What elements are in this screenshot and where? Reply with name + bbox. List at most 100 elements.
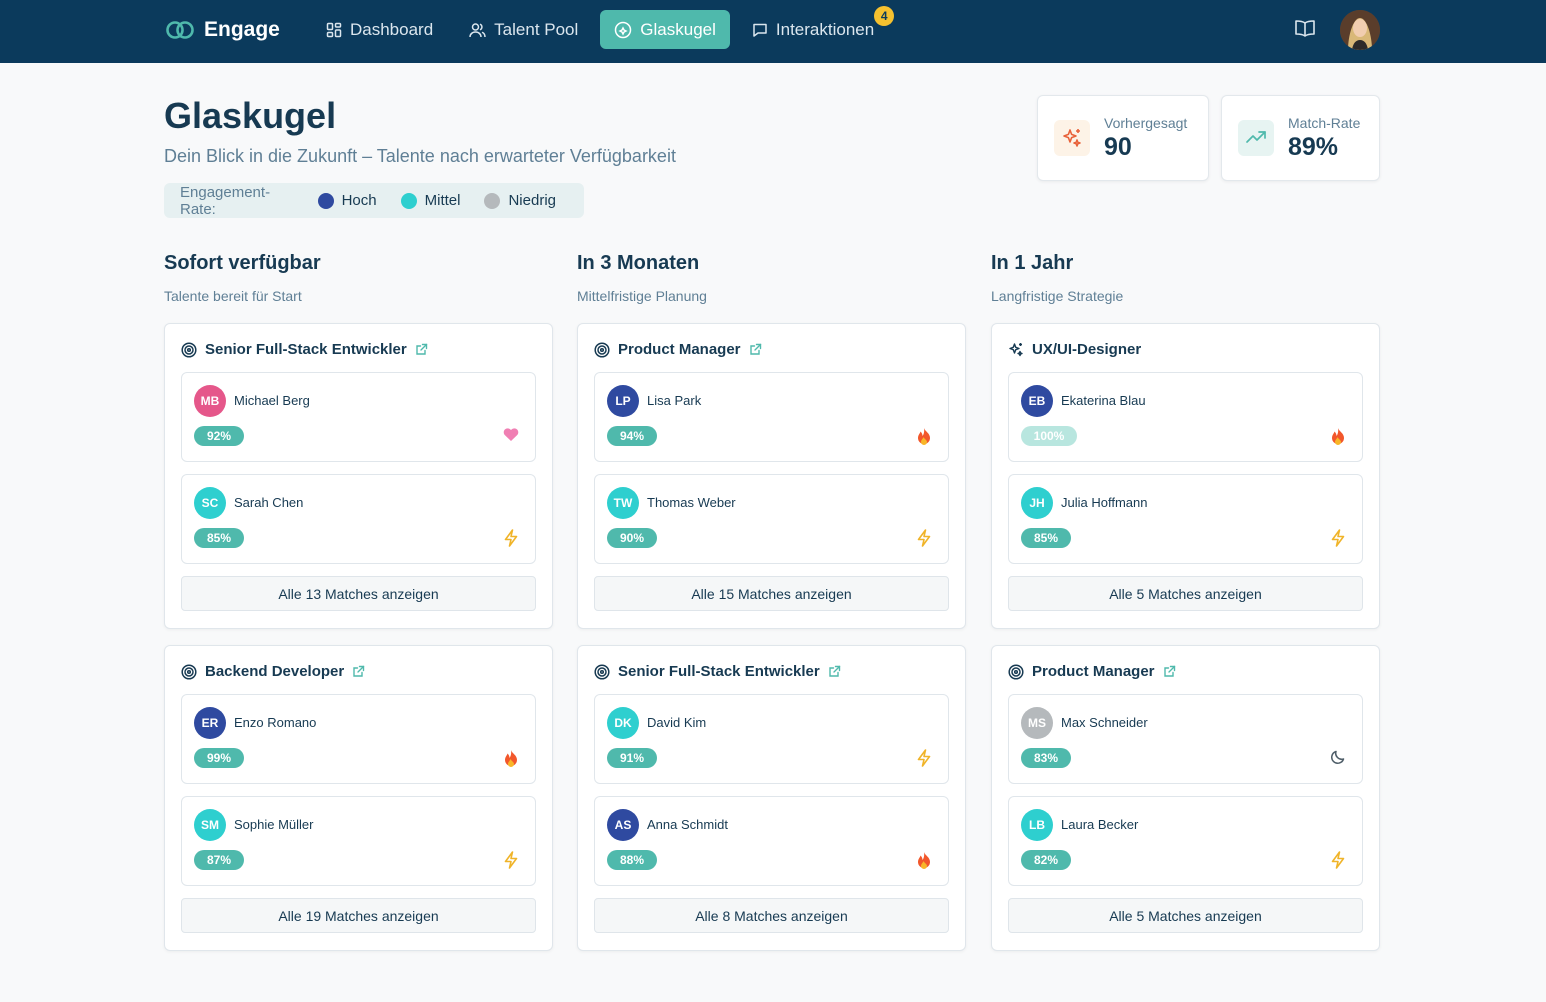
- crystal-ball-icon: [615, 21, 632, 38]
- nav-tab-talent-pool[interactable]: Talent Pool: [455, 10, 592, 49]
- nav-tab-dashboard[interactable]: Dashboard: [312, 10, 447, 49]
- candidate-card[interactable]: LP Lisa Park 94%: [594, 372, 949, 462]
- open-job-link[interactable]: [828, 665, 841, 678]
- external-link-icon[interactable]: [1163, 665, 1176, 678]
- open-job-link[interactable]: [415, 343, 428, 356]
- open-job-link[interactable]: [749, 343, 762, 356]
- match-percentage-badge: 82%: [1021, 850, 1071, 870]
- engagement-indicator: [503, 427, 521, 445]
- lightning-bolt-icon: [917, 529, 931, 547]
- engagement-indicator: [503, 529, 521, 547]
- engagement-indicator: [916, 851, 934, 869]
- external-link-icon[interactable]: [828, 665, 841, 678]
- candidate-card[interactable]: TW Thomas Weber 90%: [594, 474, 949, 564]
- candidate-card[interactable]: MB Michael Berg 92%: [181, 372, 536, 462]
- job-role-title[interactable]: Senior Full-Stack Entwickler: [205, 341, 407, 358]
- nav-tab-glaskugel[interactable]: Glaskugel: [600, 10, 730, 49]
- candidate-card[interactable]: JH Julia Hoffmann 85%: [1008, 474, 1363, 564]
- job-card: Product Manager MS Max Schneider 83% LB Laura…: [991, 645, 1380, 951]
- candidate-avatar: SC: [194, 487, 226, 519]
- candidate-name: Sophie Müller: [234, 817, 314, 832]
- user-avatar[interactable]: [1340, 10, 1380, 50]
- lightning-bolt-icon: [1331, 851, 1345, 869]
- show-all-matches-button[interactable]: Alle 19 Matches anzeigen: [181, 898, 536, 933]
- stat-icon-box: [1238, 120, 1274, 156]
- trending-up-icon: [1246, 131, 1266, 143]
- job-card-header: Product Manager: [1008, 663, 1176, 680]
- job-role-title[interactable]: Backend Developer: [205, 663, 344, 680]
- candidate-card[interactable]: MS Max Schneider 83%: [1008, 694, 1363, 784]
- flame-icon: [918, 428, 930, 445]
- candidate-avatar: AS: [607, 809, 639, 841]
- legend-item-mittel: Mittel: [400, 192, 461, 209]
- column-subtitle: Mittelfristige Planung: [577, 288, 707, 304]
- top-navigation-bar: Engage Dashboard Talent Pool Glaskugel I…: [0, 0, 1546, 63]
- candidate-name: David Kim: [647, 715, 707, 730]
- sparkle-icon: [1009, 342, 1023, 356]
- match-percentage-badge: 91%: [607, 748, 657, 768]
- external-link-icon[interactable]: [749, 343, 762, 356]
- help-book-button[interactable]: [1294, 19, 1318, 43]
- column-title: Sofort verfügbar: [164, 252, 321, 274]
- heart-icon: [503, 428, 519, 441]
- show-all-matches-button[interactable]: Alle 8 Matches anzeigen: [594, 898, 949, 933]
- candidate-name: Ekaterina Blau: [1061, 393, 1146, 408]
- target-icon: [1008, 663, 1024, 680]
- brand-logo[interactable]: Engage: [166, 18, 280, 42]
- legend-dot-mid: [400, 192, 417, 209]
- engagement-indicator: [1330, 529, 1348, 547]
- nav-tab-label: Interaktionen: [775, 19, 875, 39]
- job-card-header: Senior Full-Stack Entwickler: [594, 663, 841, 680]
- users-icon: [469, 22, 486, 37]
- match-percentage-badge: 99%: [194, 748, 244, 768]
- candidate-card[interactable]: SM Sophie Müller 87%: [181, 796, 536, 886]
- candidate-avatar: TW: [607, 487, 639, 519]
- open-job-link[interactable]: [352, 665, 365, 678]
- job-card: UX/UI-Designer EB Ekaterina Blau 100% JH Juli…: [991, 323, 1380, 629]
- candidate-card[interactable]: SC Sarah Chen 85%: [181, 474, 536, 564]
- job-role-title[interactable]: Product Manager: [1032, 663, 1155, 680]
- open-job-link[interactable]: [1163, 665, 1176, 678]
- candidate-avatar: MB: [194, 385, 226, 417]
- show-all-matches-button[interactable]: Alle 5 Matches anzeigen: [1008, 898, 1363, 933]
- external-link-icon[interactable]: [415, 343, 428, 356]
- nav-tab-interaktionen[interactable]: Interaktionen 4: [738, 6, 895, 49]
- message-icon: [753, 23, 767, 37]
- candidate-avatar: SM: [194, 809, 226, 841]
- candidate-avatar: JH: [1021, 487, 1053, 519]
- match-percentage-badge: 88%: [607, 850, 657, 870]
- candidate-name: Sarah Chen: [234, 495, 304, 510]
- job-card: Backend Developer ER Enzo Romano 99% SM Sophi…: [164, 645, 553, 951]
- stat-card-match-rate: Match-Rate 89%: [1221, 95, 1380, 181]
- legend-item-niedrig: Niedrig: [484, 192, 556, 209]
- lightning-bolt-icon: [917, 749, 931, 767]
- candidate-card[interactable]: ER Enzo Romano 99%: [181, 694, 536, 784]
- match-percentage-badge: 94%: [607, 426, 657, 446]
- engagement-indicator: [1330, 749, 1348, 767]
- job-card: Senior Full-Stack Entwickler MB Michael Be…: [164, 323, 553, 629]
- nav-tab-label: Talent Pool: [494, 19, 579, 39]
- candidate-card[interactable]: LB Laura Becker 82%: [1008, 796, 1363, 886]
- grid-icon: [326, 22, 342, 37]
- legend-item-label: Mittel: [424, 192, 461, 209]
- lightning-bolt-icon: [1331, 529, 1345, 547]
- job-role-title[interactable]: Product Manager: [618, 341, 741, 358]
- job-role-title[interactable]: Senior Full-Stack Entwickler: [618, 663, 820, 680]
- job-role-title[interactable]: UX/UI-Designer: [1032, 341, 1141, 358]
- candidate-card[interactable]: EB Ekaterina Blau 100%: [1008, 372, 1363, 462]
- external-link-icon[interactable]: [352, 665, 365, 678]
- show-all-matches-button[interactable]: Alle 15 Matches anzeigen: [594, 576, 949, 611]
- column-subtitle: Talente bereit für Start: [164, 288, 302, 304]
- moon-icon: [1331, 750, 1345, 764]
- show-all-matches-button[interactable]: Alle 5 Matches anzeigen: [1008, 576, 1363, 611]
- legend-item-label: Hoch: [341, 192, 377, 209]
- candidate-avatar: EB: [1021, 385, 1053, 417]
- legend-dot-high: [317, 192, 334, 209]
- flame-icon: [1332, 428, 1344, 445]
- stat-icon-box: [1054, 120, 1090, 156]
- engagement-indicator: [1330, 851, 1348, 869]
- show-all-matches-button[interactable]: Alle 13 Matches anzeigen: [181, 576, 536, 611]
- match-percentage-badge: 83%: [1021, 748, 1071, 768]
- candidate-card[interactable]: DK David Kim 91%: [594, 694, 949, 784]
- candidate-card[interactable]: AS Anna Schmidt 88%: [594, 796, 949, 886]
